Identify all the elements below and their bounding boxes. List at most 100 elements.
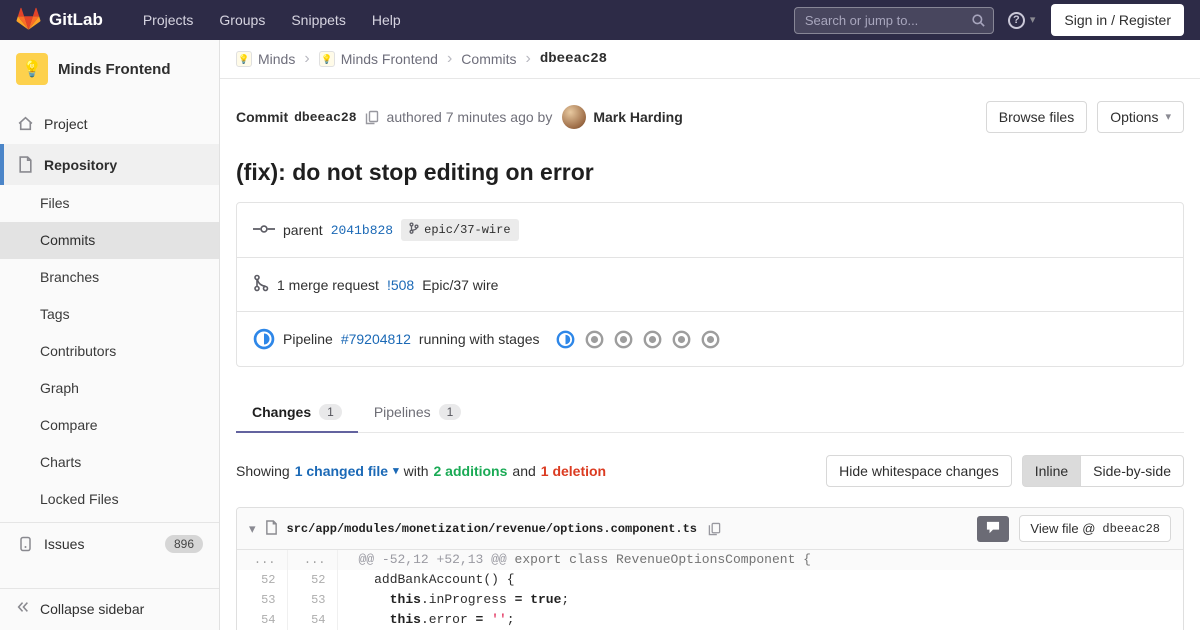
old-line-number[interactable]: 53 [237, 590, 288, 610]
copy-sha-button[interactable] [365, 110, 379, 125]
chevron-right-icon: › [446, 50, 453, 67]
sidebar-nav: Project Repository Files Commits Branches T… [0, 103, 219, 588]
pipeline-stage-created-icon[interactable] [643, 330, 662, 349]
sidebar-item-project[interactable]: Project [0, 103, 219, 144]
collapse-sidebar-button[interactable]: Collapse sidebar [0, 588, 219, 630]
pipeline-stage-created-icon[interactable] [701, 330, 720, 349]
view-file-label: View file @ [1030, 521, 1096, 536]
project-header: 💡 Minds Frontend [0, 40, 219, 97]
pipeline-row: Pipeline #79204812 running with stages [237, 312, 1183, 366]
hide-whitespace-button[interactable]: Hide whitespace changes [826, 455, 1012, 487]
top-navbar: GitLab ProjectsGroupsSnippetsHelp ? ▾ Si… [0, 0, 1200, 40]
nav-links: Projects Groups Snippets Help [131, 6, 413, 34]
breadcrumb-project[interactable]: 💡 Minds Frontend [318, 51, 438, 67]
hunk-context: export class RevenueOptionsComponent { [506, 552, 811, 567]
pipeline-id-link[interactable]: #79204812 [341, 331, 411, 347]
diff-view-toggle: Inline Side-by-side [1021, 455, 1184, 487]
options-dropdown-button[interactable]: Options ▾ [1097, 101, 1184, 133]
merge-request-link[interactable]: !508 [387, 277, 414, 293]
issues-icon [16, 536, 34, 552]
commit-icon [253, 222, 275, 239]
sidebar-item-charts[interactable]: Charts [0, 444, 219, 481]
help-menu[interactable]: ? ▾ [1007, 11, 1036, 29]
merge-request-row: 1 merge request !508 Epic/37 wire [237, 258, 1183, 312]
diff-file-header: ▾ src/app/modules/monetization/revenue/o… [237, 508, 1183, 550]
tab-pipelines[interactable]: Pipelines 1 [358, 393, 478, 433]
sidebar-item-graph[interactable]: Graph [0, 370, 219, 407]
search-icon[interactable] [971, 13, 986, 31]
pipeline-stage-created-icon[interactable] [672, 330, 691, 349]
sidebar-item-locked-files[interactable]: Locked Files [0, 481, 219, 518]
pipeline-stage-running-icon[interactable] [556, 330, 575, 349]
nav-item-help[interactable]: Help [360, 6, 413, 34]
author-avatar[interactable] [562, 105, 587, 129]
authored-text: authored 7 minutes ago by [386, 109, 553, 125]
sidebar-item-commits[interactable]: Commits [0, 222, 219, 259]
tab-count-badge: 1 [319, 404, 342, 420]
chevron-right-icon: › [304, 50, 310, 67]
merge-request-count: 1 merge request [277, 276, 379, 293]
project-sidebar: 💡 Minds Frontend Project Repository File… [0, 40, 220, 630]
nav-item-groups[interactable]: Groups [207, 6, 277, 34]
sidebar-item-label: Project [44, 115, 88, 132]
new-line-number: ... [287, 550, 338, 570]
gitlab-logo[interactable]: GitLab [16, 7, 103, 34]
sidebar-item-repository[interactable]: Repository [0, 144, 219, 185]
sidebar-item-branches[interactable]: Branches [0, 259, 219, 296]
diff-table: ... ... @@ -52,12 +52,13 @@ export class… [237, 550, 1183, 630]
pipeline-stage-created-icon[interactable] [585, 330, 604, 349]
breadcrumb-commits[interactable]: Commits [461, 51, 516, 67]
branch-ref-chip[interactable]: epic/37-wire [401, 219, 519, 241]
merge-request-icon [253, 274, 269, 295]
sidebar-item-tags[interactable]: Tags [0, 296, 219, 333]
old-line-number[interactable]: 52 [237, 570, 288, 590]
project-avatar-icon: 💡 [318, 51, 335, 67]
parent-label: parent [283, 222, 323, 238]
sidebar-item-contributors[interactable]: Contributors [0, 333, 219, 370]
sidebar-item-label: Issues [44, 536, 85, 552]
help-icon: ? [1007, 11, 1025, 29]
old-line-number: ... [237, 550, 288, 570]
sidebar-item-issues[interactable]: Issues 896 [0, 523, 219, 565]
code-line: addBankAccount() { [358, 572, 515, 587]
breadcrumb-group[interactable]: 💡 Minds [236, 51, 295, 67]
inline-view-button[interactable]: Inline [1021, 455, 1081, 487]
parent-sha-link[interactable]: 2041b828 [331, 223, 393, 238]
tab-changes[interactable]: Changes 1 [236, 393, 358, 433]
comment-bubble-icon [986, 521, 1000, 537]
author-name-link[interactable]: Mark Harding [593, 109, 682, 125]
home-icon [16, 115, 34, 132]
pipeline-status-text: running with stages [418, 331, 540, 347]
project-avatar[interactable]: 💡 [16, 53, 48, 85]
copy-file-path-button[interactable] [708, 522, 721, 536]
diff-line: 53 53 this.inProgress = true; [237, 590, 1183, 610]
new-line-number[interactable]: 53 [287, 590, 338, 610]
hunk-header: @@ -52,12 +52,13 @@ export class Revenue… [337, 550, 1183, 570]
side-by-side-view-button[interactable]: Side-by-side [1080, 455, 1184, 487]
chevron-down-icon: ▾ [1029, 13, 1036, 26]
new-line-number[interactable]: 52 [287, 570, 338, 590]
old-line-number[interactable]: 54 [237, 610, 288, 630]
sidebar-item-compare[interactable]: Compare [0, 407, 219, 444]
deletions-count: 1 deletion [540, 463, 607, 479]
document-icon [16, 156, 34, 173]
commit-sha: dbeeac28 [294, 109, 357, 125]
collapse-diff-caret-icon[interactable]: ▾ [249, 522, 256, 535]
nav-item-projects[interactable]: Projects [131, 6, 206, 34]
sign-in-button[interactable]: Sign in / Register [1051, 4, 1184, 36]
pipeline-running-icon[interactable] [253, 328, 275, 350]
brand-name: GitLab [49, 10, 103, 29]
diff-file-path[interactable]: src/app/modules/monetization/revenue/opt… [287, 522, 697, 536]
pipeline-stage-created-icon[interactable] [614, 330, 633, 349]
view-file-button[interactable]: View file @ dbeeac28 [1019, 515, 1171, 542]
changed-files-dropdown[interactable]: 1 changed file ▾ [295, 463, 399, 479]
sidebar-item-files[interactable]: Files [0, 185, 219, 222]
new-line-number[interactable]: 54 [287, 610, 338, 630]
showing-text: Showing [236, 463, 290, 479]
browse-files-button[interactable]: Browse files [985, 101, 1088, 133]
toggle-comments-button[interactable] [977, 515, 1010, 542]
double-chevron-left-icon [16, 600, 30, 619]
search-input[interactable] [793, 6, 994, 34]
nav-item-snippets[interactable]: Snippets [279, 6, 357, 34]
main-content: 💡 Minds › 💡 Minds Frontend › Commits › d… [220, 40, 1200, 630]
